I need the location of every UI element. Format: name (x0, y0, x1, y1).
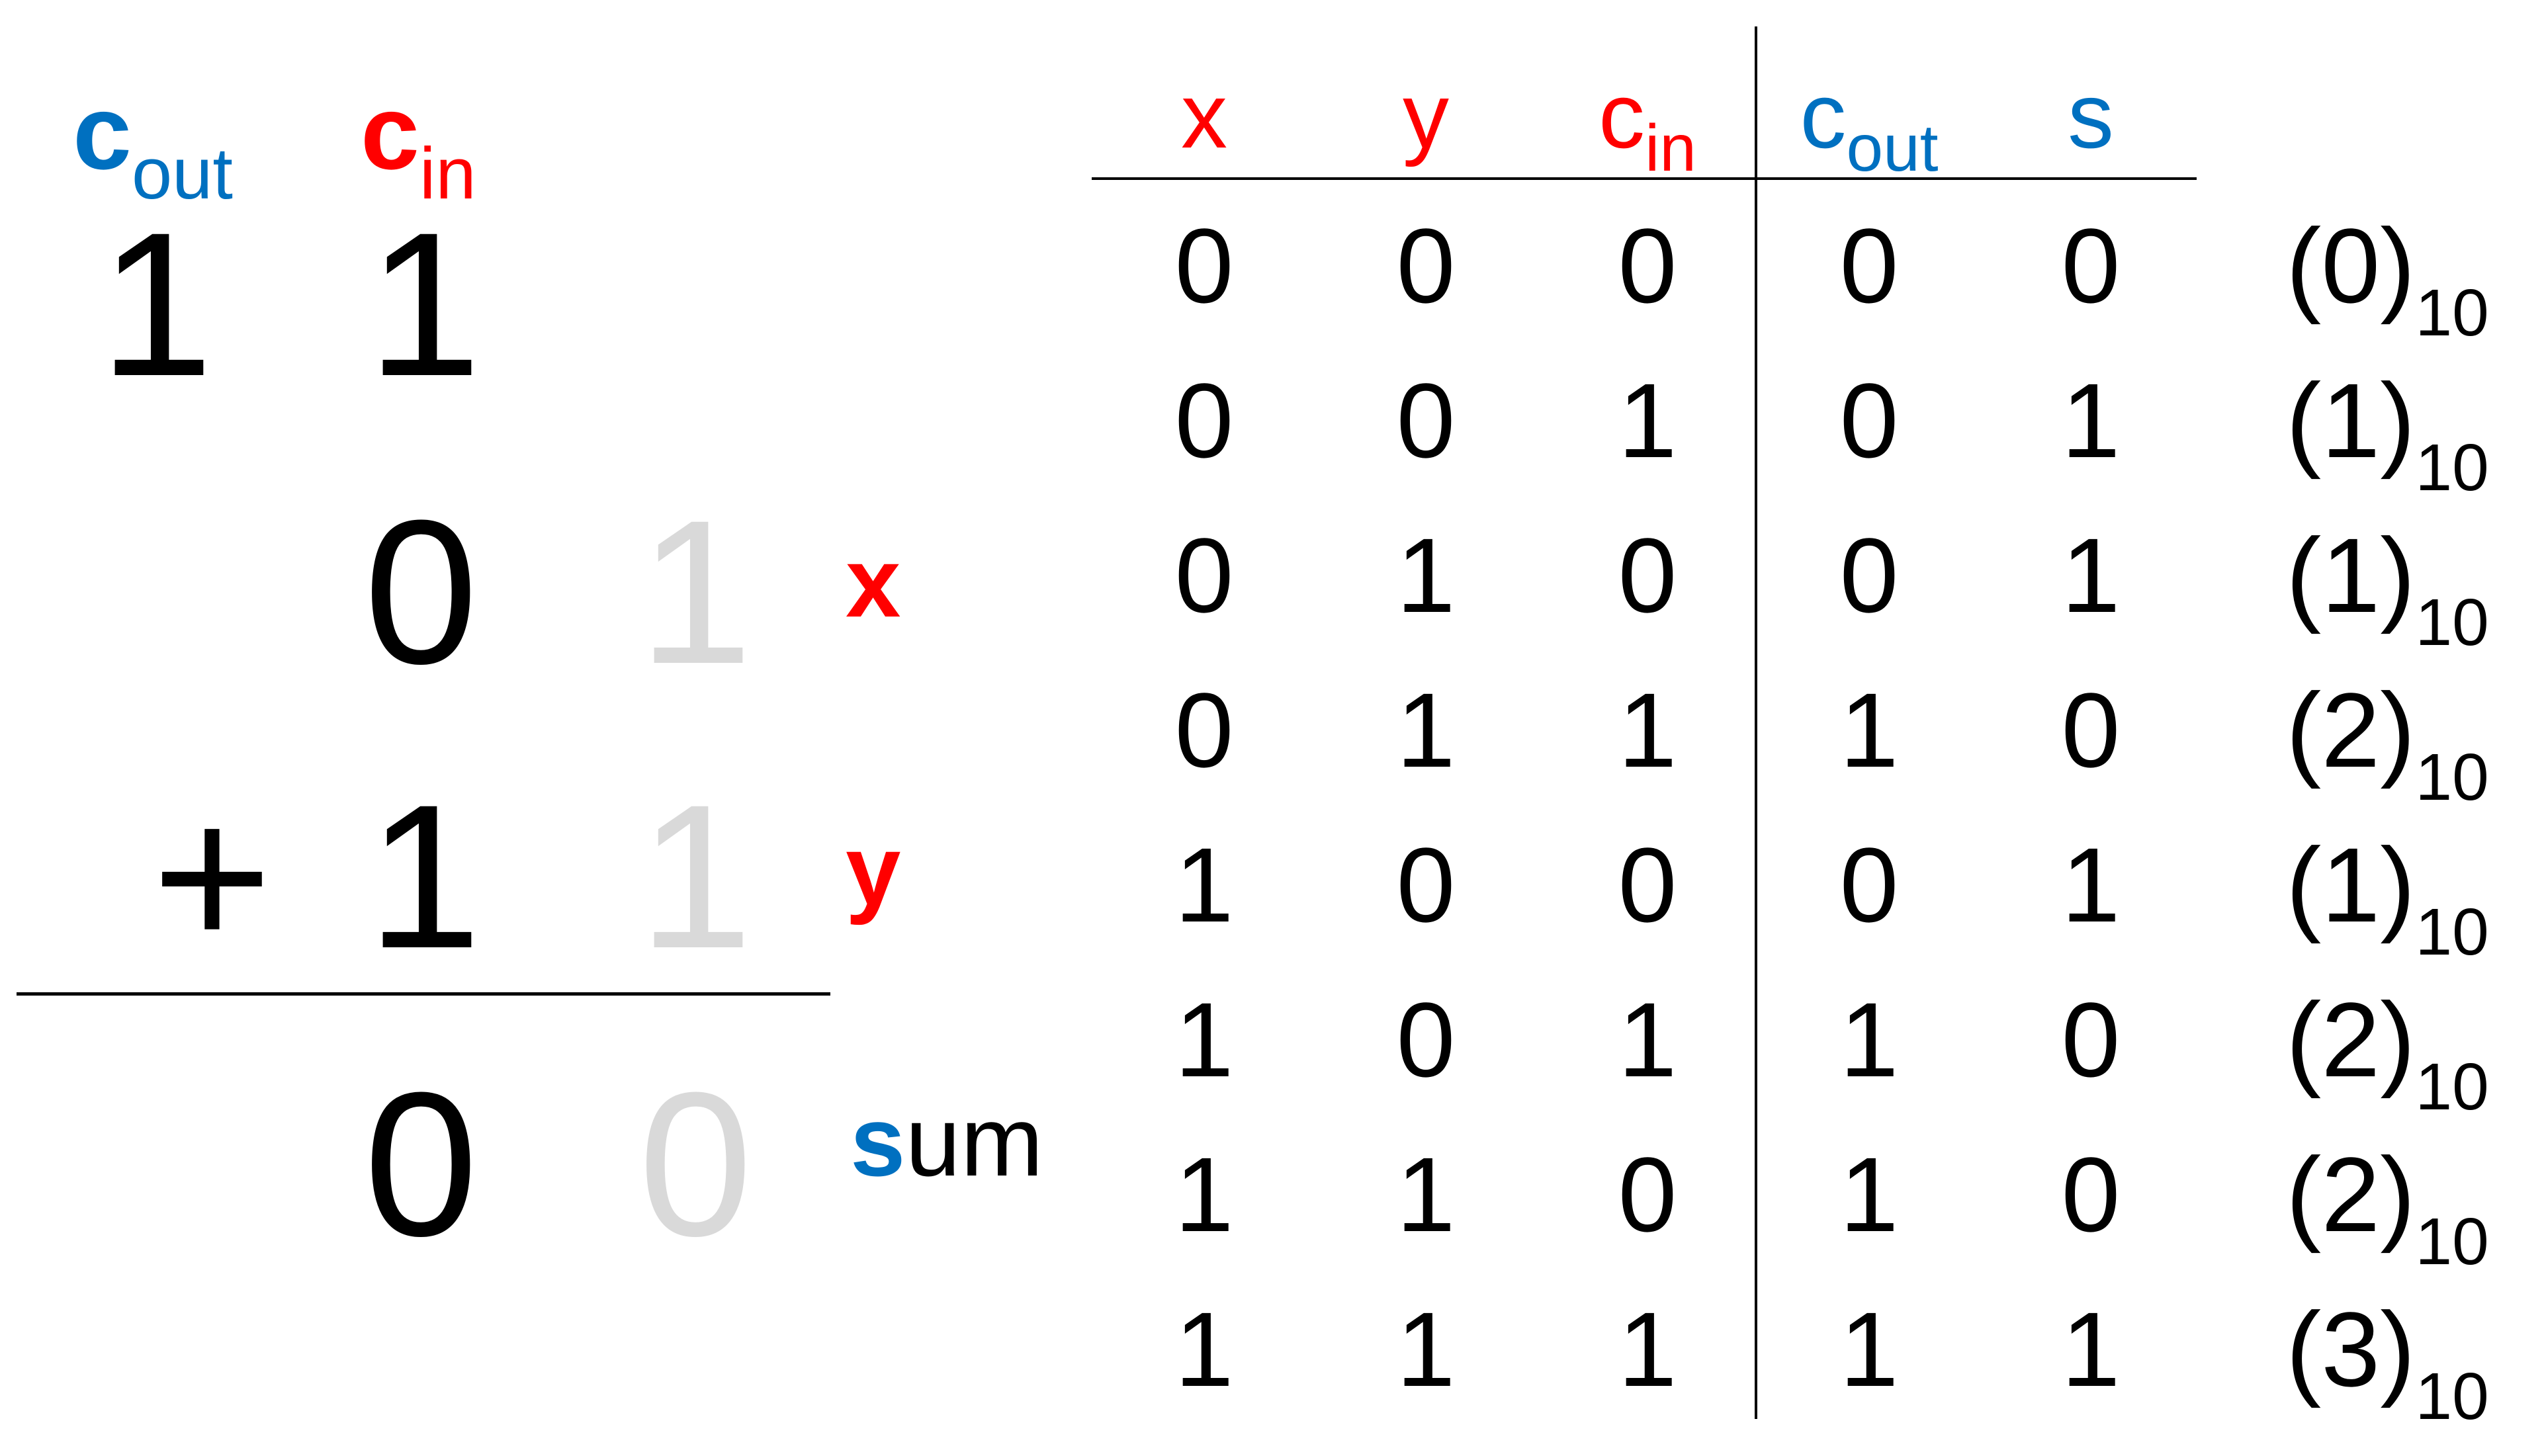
decimal-value: (3)10 (2286, 1297, 2489, 1430)
sum-label-highlight: s (850, 1086, 906, 1197)
cell-s: 1 (2061, 516, 2121, 634)
cell-y: 0 (1396, 206, 1456, 325)
cell-y: 1 (1396, 1290, 1456, 1408)
decimal-base: 10 (2415, 1050, 2489, 1124)
adder-diagram: cout cin 1 1 0 1 x + 1 1 y 0 0 sum x y cin… (0, 0, 2544, 1456)
cell-cin: 1 (1618, 361, 1677, 480)
cell-s: 0 (2061, 671, 2121, 789)
decimal-value: (2)10 (2286, 987, 2489, 1121)
x-digit-1: 0 (364, 477, 478, 707)
cell-cin: 0 (1618, 516, 1677, 634)
decimal-value: (1)10 (2286, 523, 2489, 656)
cell-cout: 1 (1839, 671, 1899, 789)
cell-cout: 1 (1839, 1135, 1899, 1254)
cell-cin: 0 (1618, 206, 1677, 325)
cell-y: 1 (1396, 1135, 1456, 1254)
cell-cout: 0 (1839, 361, 1899, 480)
decimal-value-number: (3) (2286, 1290, 2416, 1408)
decimal-base: 10 (2415, 1359, 2489, 1434)
cell-s: 1 (2061, 1290, 2121, 1408)
y-label: y (846, 814, 901, 925)
y-digit-1: 1 (367, 761, 482, 991)
sum-label: sum (850, 1092, 1043, 1191)
cell-y: 1 (1396, 516, 1456, 634)
cell-s: 1 (2061, 361, 2121, 480)
decimal-value: (1)10 (2286, 832, 2489, 966)
cell-s: 1 (2061, 826, 2121, 944)
decimal-base: 10 (2415, 431, 2489, 505)
header-s-main: s (2068, 64, 2114, 167)
header-cin-main: c (1599, 64, 1645, 167)
decimal-value-number: (2) (2286, 1135, 2416, 1254)
cell-s: 0 (2061, 980, 2121, 1099)
cell-cout: 0 (1839, 516, 1899, 634)
header-cin-sub: in (1645, 111, 1696, 185)
decimal-value: (2)10 (2286, 1142, 2489, 1275)
decimal-value-number: (0) (2286, 206, 2416, 325)
header-y-main: y (1403, 64, 1449, 167)
cell-x: 0 (1174, 671, 1234, 789)
x-digit-0: 1 (638, 477, 753, 707)
x-label: x (846, 527, 901, 638)
cell-cout: 1 (1839, 1290, 1899, 1408)
header-cout-sub: out (1846, 111, 1939, 185)
cell-cout: 0 (1839, 826, 1899, 944)
table-header-divider (1092, 177, 2197, 180)
decimal-value: (1)10 (2286, 368, 2489, 501)
header-x-main: x (1181, 64, 1227, 167)
decimal-base: 10 (2415, 895, 2489, 969)
decimal-value-number: (1) (2286, 361, 2416, 480)
carry-out-digit: 1 (99, 189, 214, 419)
cell-y: 0 (1396, 980, 1456, 1099)
cell-y: 1 (1396, 671, 1456, 789)
y-digit-0: 1 (638, 761, 753, 991)
cin-label: cin (361, 79, 476, 210)
decimal-base: 10 (2415, 276, 2489, 350)
cell-x: 0 (1174, 206, 1234, 325)
cell-cin: 1 (1618, 671, 1677, 789)
sum-digit-0: 0 (638, 1049, 753, 1279)
cin-label-main: c (361, 73, 419, 191)
header-cin: cin (1548, 69, 1747, 182)
header-cout: cout (1770, 69, 1968, 182)
header-x: x (1105, 69, 1303, 162)
cell-cin: 1 (1618, 980, 1677, 1099)
cell-cin: 1 (1618, 1290, 1677, 1408)
cout-label-main: c (73, 73, 132, 191)
sum-digit-1: 0 (364, 1049, 478, 1279)
sum-label-rest: um (905, 1086, 1043, 1197)
cell-x: 1 (1174, 980, 1234, 1099)
cout-label: cout (73, 79, 233, 210)
cell-cout: 1 (1839, 980, 1899, 1099)
cell-y: 0 (1396, 361, 1456, 480)
cell-s: 0 (2061, 1135, 2121, 1254)
decimal-base: 10 (2415, 740, 2489, 814)
decimal-value-number: (1) (2286, 516, 2416, 634)
decimal-base: 10 (2415, 585, 2489, 660)
header-cout-main: c (1800, 64, 1847, 167)
table-io-divider (1755, 26, 1757, 1419)
plus-sign: + (152, 761, 273, 991)
cell-s: 0 (2061, 206, 2121, 325)
cell-x: 1 (1174, 1135, 1234, 1254)
cell-x: 1 (1174, 1290, 1234, 1408)
decimal-value-number: (2) (2286, 671, 2416, 789)
decimal-value: (0)10 (2286, 213, 2489, 347)
decimal-value-number: (1) (2286, 826, 2416, 944)
cell-cin: 0 (1618, 1135, 1677, 1254)
cell-x: 1 (1174, 826, 1234, 944)
decimal-value: (2)10 (2286, 677, 2489, 811)
cell-y: 0 (1396, 826, 1456, 944)
decimal-value-number: (2) (2286, 980, 2416, 1099)
cell-x: 0 (1174, 361, 1234, 480)
sum-divider (17, 992, 830, 996)
cell-cout: 0 (1839, 206, 1899, 325)
cell-cin: 0 (1618, 826, 1677, 944)
cell-x: 0 (1174, 516, 1234, 634)
header-s: s (1992, 69, 2190, 162)
carry-in-digit: 1 (367, 189, 482, 419)
decimal-base: 10 (2415, 1205, 2489, 1279)
header-y: y (1327, 69, 1525, 162)
